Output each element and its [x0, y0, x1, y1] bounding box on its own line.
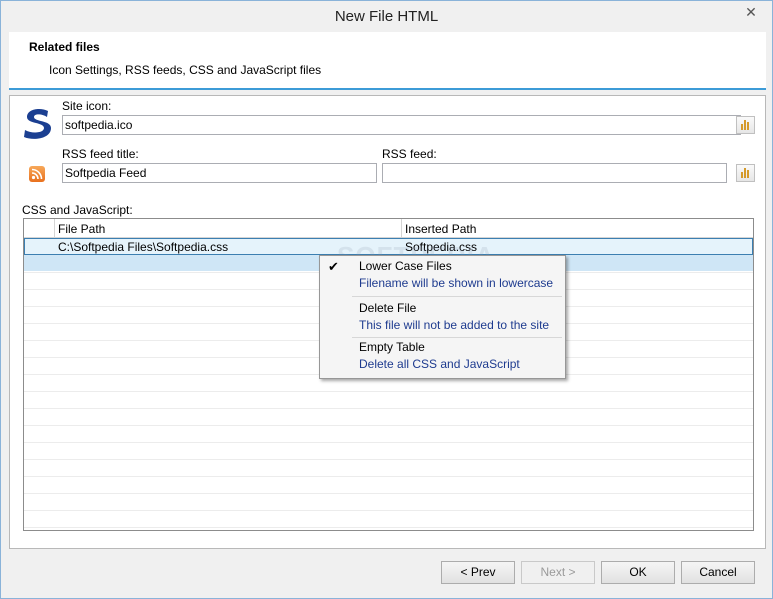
cell-file-path: C:\Softpedia Files\Softpedia.css	[58, 240, 229, 254]
table-gridline	[24, 510, 753, 511]
menu-item-lower-case-files[interactable]: ✔ Lower Case Files Filename will be show…	[320, 256, 565, 292]
rss-title-field[interactable]: Softpedia Feed	[62, 163, 377, 183]
rss-feed-field[interactable]	[382, 163, 727, 183]
header-subtitle: Icon Settings, RSS feeds, CSS and JavaSc…	[49, 63, 322, 77]
table-gridline	[24, 391, 753, 392]
site-icon-label: Site icon:	[62, 99, 112, 113]
table-gridline	[24, 442, 753, 443]
menu-item-description: Filename will be shown in lowercase	[359, 276, 554, 290]
table-gridline	[24, 527, 753, 528]
column-header-file-path[interactable]: File Path	[58, 222, 105, 236]
table-gridline	[24, 476, 753, 477]
header-title: Related files	[29, 40, 100, 54]
close-icon: ✕	[745, 4, 757, 20]
menu-item-description: Delete all CSS and JavaScript	[359, 357, 520, 371]
menu-item-description: This file will not be added to the site	[359, 318, 550, 332]
rss-feed-browse-button[interactable]	[736, 164, 755, 182]
dialog-window: New File HTML ✕ Related files Icon Setti…	[0, 0, 773, 599]
menu-item-title: Delete File	[359, 301, 417, 315]
table-gridline	[24, 493, 753, 494]
folder-browse-icon	[741, 168, 750, 178]
checkmark-icon: ✔	[328, 259, 339, 274]
folder-browse-icon	[741, 120, 750, 130]
menu-item-title: Lower Case Files	[359, 259, 452, 273]
close-button[interactable]: ✕	[736, 2, 766, 22]
ok-button[interactable]: OK	[601, 561, 675, 584]
menu-item-empty-table[interactable]: Empty Table Delete all CSS and JavaScrip…	[320, 337, 565, 373]
wizard-header: Related files Icon Settings, RSS feeds, …	[9, 32, 766, 90]
table-gridline	[24, 425, 753, 426]
cancel-button[interactable]: Cancel	[681, 561, 755, 584]
site-logo-icon	[24, 109, 51, 139]
rss-icon	[29, 166, 45, 182]
site-icon-browse-button[interactable]	[736, 116, 755, 134]
next-button[interactable]: Next >	[521, 561, 595, 584]
column-header-inserted-path[interactable]: Inserted Path	[405, 222, 476, 236]
window-title: New File HTML	[334, 8, 439, 25]
menu-separator	[352, 296, 562, 297]
rss-title-label: RSS feed title:	[62, 147, 139, 161]
site-icon-field[interactable]: softpedia.ico	[62, 115, 741, 135]
table-header: File Path Inserted Path	[24, 219, 753, 238]
prev-button[interactable]: < Prev	[441, 561, 515, 584]
menu-item-delete-file[interactable]: Delete File This file will not be added …	[320, 298, 565, 334]
css-js-label: CSS and JavaScript:	[22, 203, 133, 217]
table-gridline	[24, 408, 753, 409]
title-bar: New File HTML ✕	[1, 1, 772, 32]
menu-item-title: Empty Table	[359, 340, 425, 354]
table-gridline	[24, 459, 753, 460]
context-menu: ✔ Lower Case Files Filename will be show…	[319, 255, 566, 379]
rss-feed-label: RSS feed:	[382, 147, 437, 161]
